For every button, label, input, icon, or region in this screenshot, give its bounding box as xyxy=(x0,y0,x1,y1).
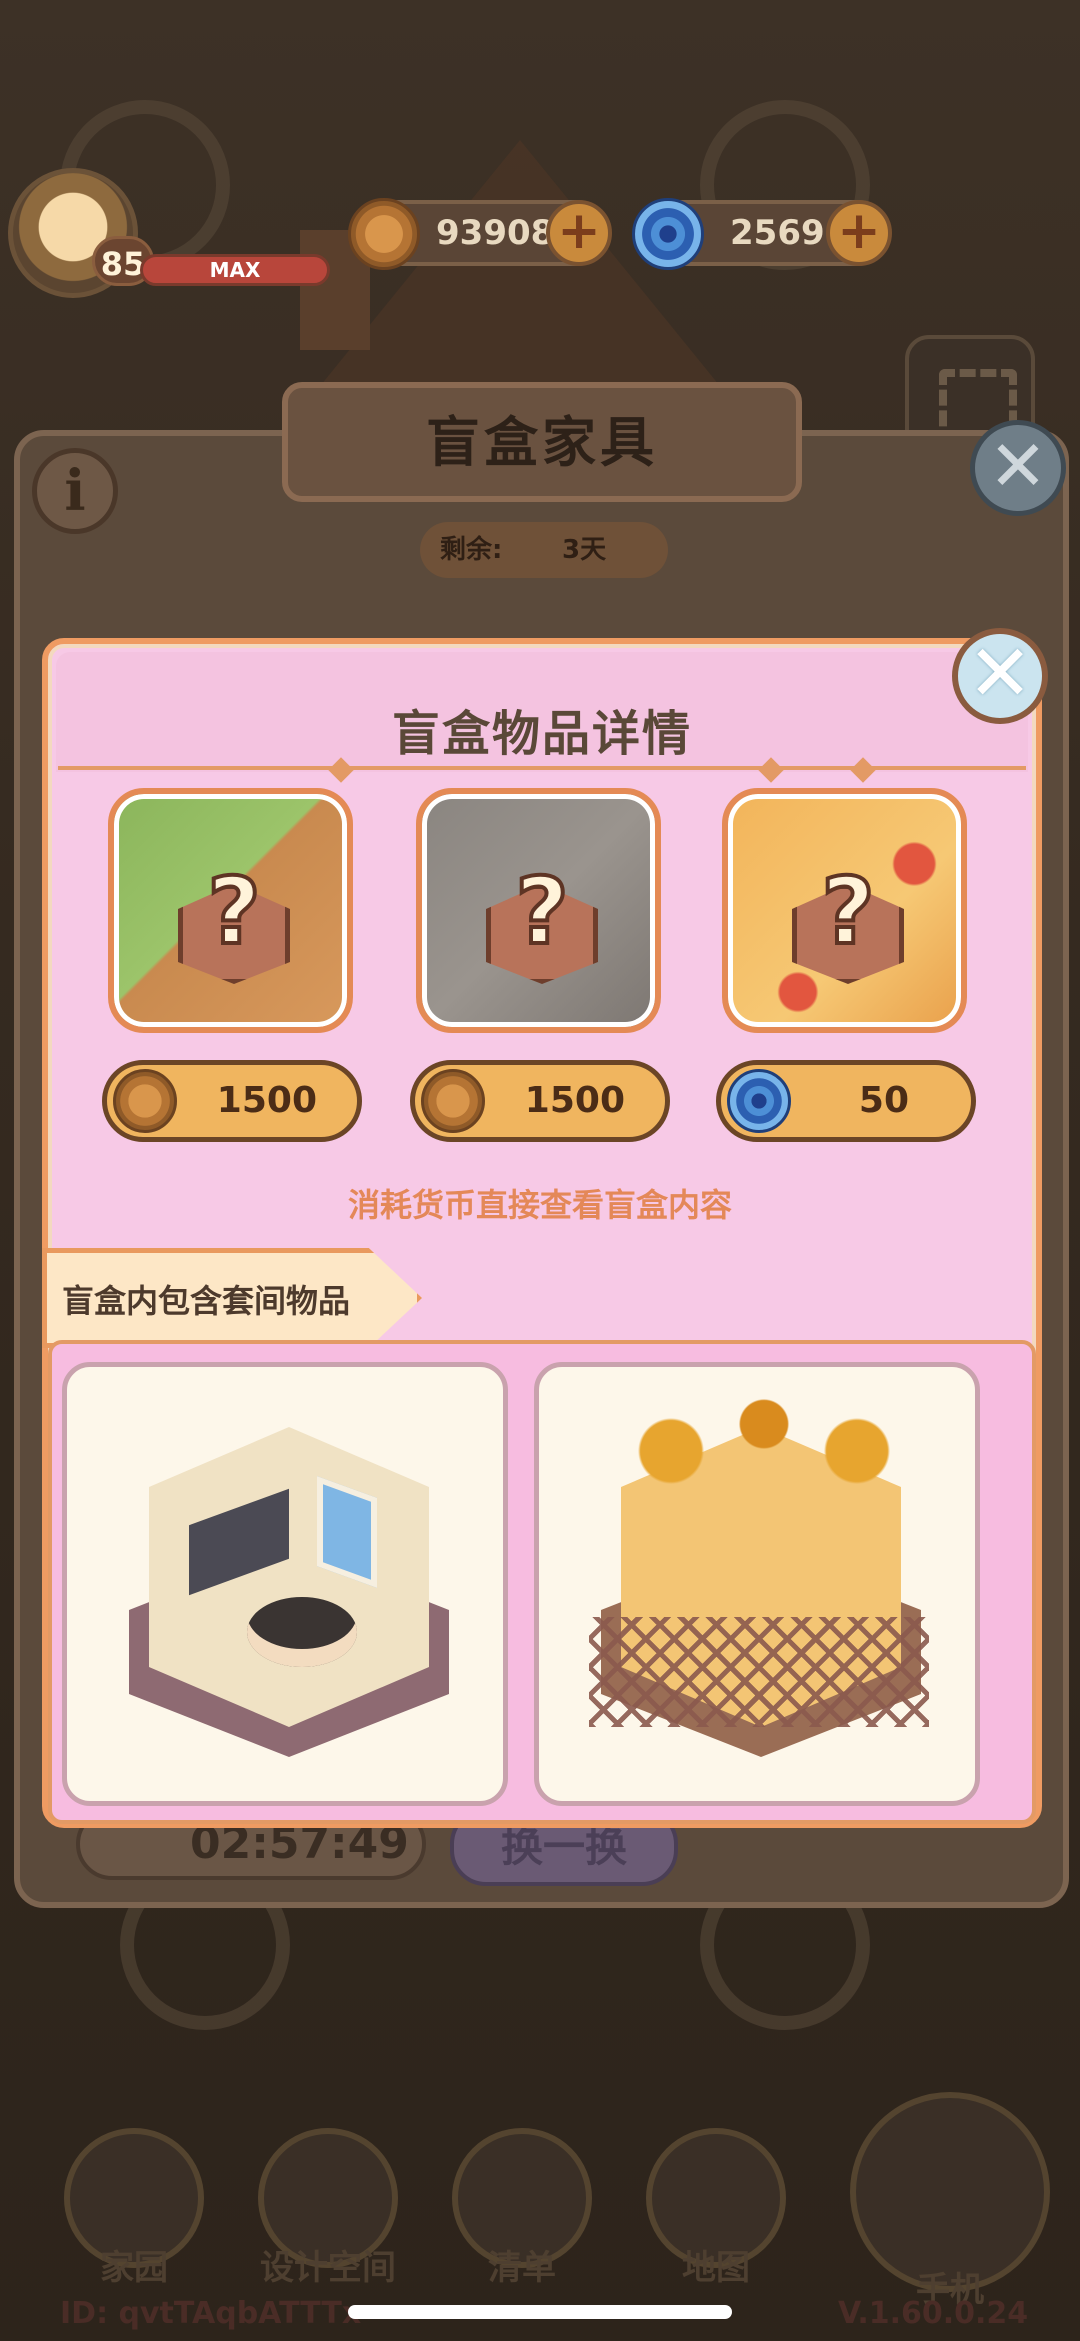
price-value: 50 xyxy=(858,1080,909,1121)
panel-close-button[interactable]: ✕ xyxy=(970,420,1066,516)
nav-map-label: 地图 xyxy=(682,2248,750,2288)
price-value: 1500 xyxy=(524,1080,625,1121)
mystery-box-card[interactable]: ? xyxy=(108,788,353,1033)
modal-title: 盲盒物品详情 xyxy=(391,706,692,762)
info-button[interactable]: i xyxy=(32,448,118,534)
coin-icon xyxy=(348,198,420,270)
gem-counter: 2569 + xyxy=(632,198,892,270)
suite-item-greenhouse[interactable] xyxy=(534,1362,980,1806)
mystery-box-icon: ? xyxy=(172,856,296,984)
xp-bar: MAX xyxy=(140,254,330,286)
nav-list-label: 清单 xyxy=(488,2248,556,2288)
living-room-image xyxy=(117,1397,467,1777)
coin-counter: 93908 + xyxy=(348,198,612,270)
swirl-gem-icon xyxy=(727,1069,791,1133)
version-label: V.1.60.0.24 xyxy=(838,2296,1029,2331)
title-divider xyxy=(58,766,1026,770)
coin-amount: 93908 xyxy=(436,213,555,253)
remaining-time-badge: 剩余: 3天 xyxy=(420,522,668,578)
nav-home-label: 家园 xyxy=(100,2248,168,2288)
price-value: 1500 xyxy=(216,1080,317,1121)
reveal-price-button[interactable]: 50 xyxy=(716,1060,976,1142)
remaining-value: 3天 xyxy=(562,535,607,565)
swirl-gem-icon xyxy=(632,198,704,270)
gem-amount: 2569 xyxy=(730,213,825,253)
remaining-label: 剩余: xyxy=(440,535,503,565)
modal-close-button[interactable]: ✕ xyxy=(952,628,1048,724)
modal-header: 盲盒物品详情 xyxy=(56,652,1028,772)
add-gems-button[interactable]: + xyxy=(826,200,892,266)
add-coins-button[interactable]: + xyxy=(546,200,612,266)
player-id: ID: qvtTAqbATTTx xyxy=(60,2296,362,2331)
greenhouse-image xyxy=(589,1397,939,1777)
reveal-price-button[interactable]: 1500 xyxy=(410,1060,670,1142)
mystery-box-card[interactable]: ? xyxy=(416,788,661,1033)
suite-item-living-room[interactable] xyxy=(62,1362,508,1806)
mystery-box-icon: ? xyxy=(480,856,604,984)
panel-title: 盲盒家具 xyxy=(282,382,802,502)
section-label: 盲盒内包含套间物品 xyxy=(62,1282,351,1320)
coin-icon xyxy=(421,1069,485,1133)
reveal-price-button[interactable]: 1500 xyxy=(102,1060,362,1142)
reveal-hint-text: 消耗货币直接查看盲盒内容 xyxy=(347,1186,732,1224)
mystery-box-icon: ? xyxy=(786,856,910,984)
home-indicator[interactable] xyxy=(348,2305,732,2319)
coin-icon xyxy=(113,1069,177,1133)
mystery-box-card[interactable]: ? xyxy=(722,788,967,1033)
nav-design-label: 设计空间 xyxy=(260,2248,396,2288)
